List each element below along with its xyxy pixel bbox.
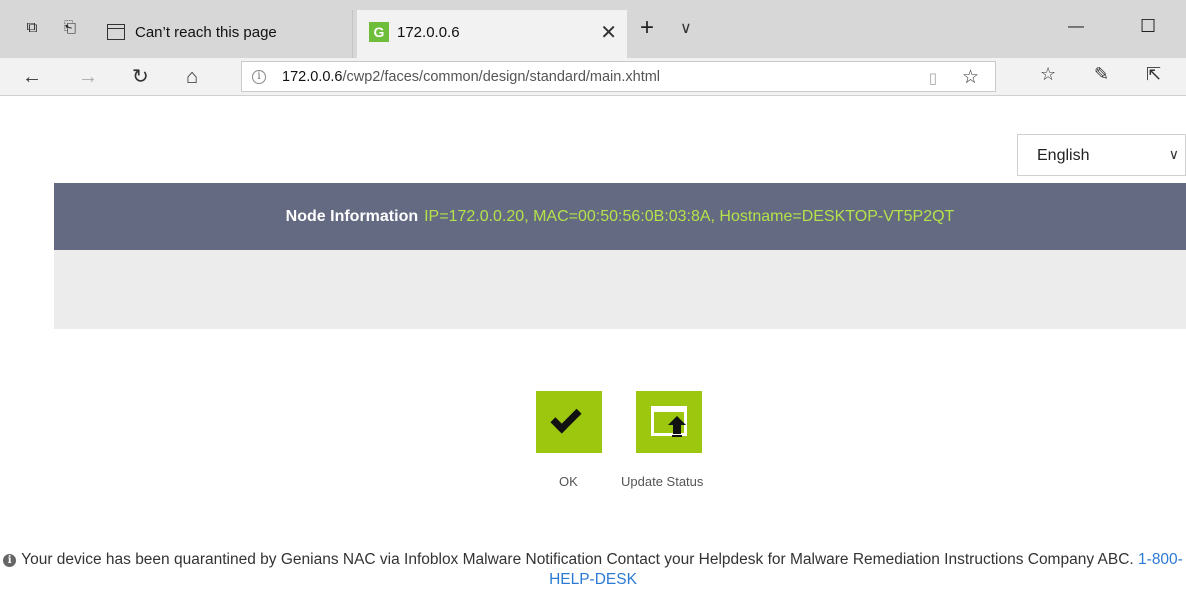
home-icon[interactable]: ⌂ bbox=[186, 64, 198, 90]
arrow-up-icon bbox=[668, 416, 686, 425]
url-path: /cwp2/faces/common/design/standard/main.… bbox=[342, 69, 661, 85]
tab-label: Can’t reach this page bbox=[135, 24, 277, 41]
address-bar[interactable]: i 172.0.0.6/cwp2/faces/common/design/sta… bbox=[241, 61, 996, 92]
language-select[interactable]: English ∨ bbox=[1017, 134, 1186, 176]
chevron-down-icon[interactable]: ∨ bbox=[680, 18, 692, 38]
language-value: English bbox=[1037, 147, 1090, 164]
page-icon bbox=[107, 24, 125, 40]
node-information-bar: Node Information IP=172.0.0.20, MAC=00:50… bbox=[54, 183, 1186, 250]
arrow-baseline bbox=[672, 435, 682, 437]
minimize-icon[interactable]: — bbox=[1068, 18, 1084, 36]
maximize-icon[interactable]: ☐ bbox=[1140, 16, 1156, 37]
forward-arrow-icon[interactable]: → bbox=[78, 64, 98, 90]
web-note-icon[interactable]: ✎ bbox=[1094, 64, 1109, 85]
tab-label: 172.0.0.6 bbox=[397, 24, 460, 41]
ok-label: OK bbox=[559, 474, 578, 489]
node-information-values: IP=172.0.0.20, MAC=00:50:56:0B:03:8A, Ho… bbox=[424, 208, 955, 225]
genians-logo-icon: G bbox=[369, 22, 389, 42]
share-icon[interactable]: ⇱ bbox=[1146, 64, 1161, 85]
checkmark-icon bbox=[550, 402, 582, 434]
close-icon[interactable]: ✕ bbox=[600, 20, 617, 45]
tab-manager-icon[interactable]: ⧉ bbox=[22, 18, 42, 38]
reading-view-icon[interactable]: ▯ bbox=[929, 69, 937, 87]
back-arrow-icon[interactable]: ← bbox=[22, 64, 42, 90]
new-tab-icon[interactable]: + bbox=[640, 16, 654, 40]
tab-active-page[interactable]: G 172.0.0.6 ✕ bbox=[357, 10, 627, 58]
star-icon[interactable]: ☆ bbox=[962, 66, 979, 89]
url-host: 172.0.0.6 bbox=[282, 69, 343, 85]
ok-button[interactable] bbox=[536, 391, 602, 453]
set-tabs-aside-icon[interactable]: ⎗ bbox=[60, 18, 80, 38]
notice-text: Your device has been quarantined by Geni… bbox=[21, 551, 1134, 568]
refresh-icon[interactable]: ↻ bbox=[132, 64, 149, 90]
tab-cant-reach[interactable]: Can’t reach this page bbox=[95, 10, 353, 58]
browser-nav-bar: ← → ↻ ⌂ i 172.0.0.6/cwp2/faces/common/de… bbox=[0, 58, 1186, 96]
content-panel bbox=[54, 250, 1186, 329]
update-status-label: Update Status bbox=[621, 474, 704, 489]
browser-tab-bar: ⧉ ⎗ Can’t reach this page G 172.0.0.6 ✕ … bbox=[0, 0, 1186, 58]
node-information-label: Node Information bbox=[285, 208, 419, 225]
chevron-down-icon: ∨ bbox=[1168, 146, 1179, 162]
arrow-stem bbox=[673, 425, 681, 434]
url-text[interactable]: 172.0.0.6/cwp2/faces/common/design/stand… bbox=[282, 69, 660, 85]
info-icon: i bbox=[3, 554, 17, 567]
update-status-button[interactable] bbox=[636, 391, 702, 453]
quarantine-notice: i Your device has been quarantined by Gen… bbox=[0, 550, 1186, 590]
favorites-icon[interactable]: ☆ bbox=[1040, 64, 1056, 85]
info-icon[interactable]: i bbox=[252, 70, 266, 84]
